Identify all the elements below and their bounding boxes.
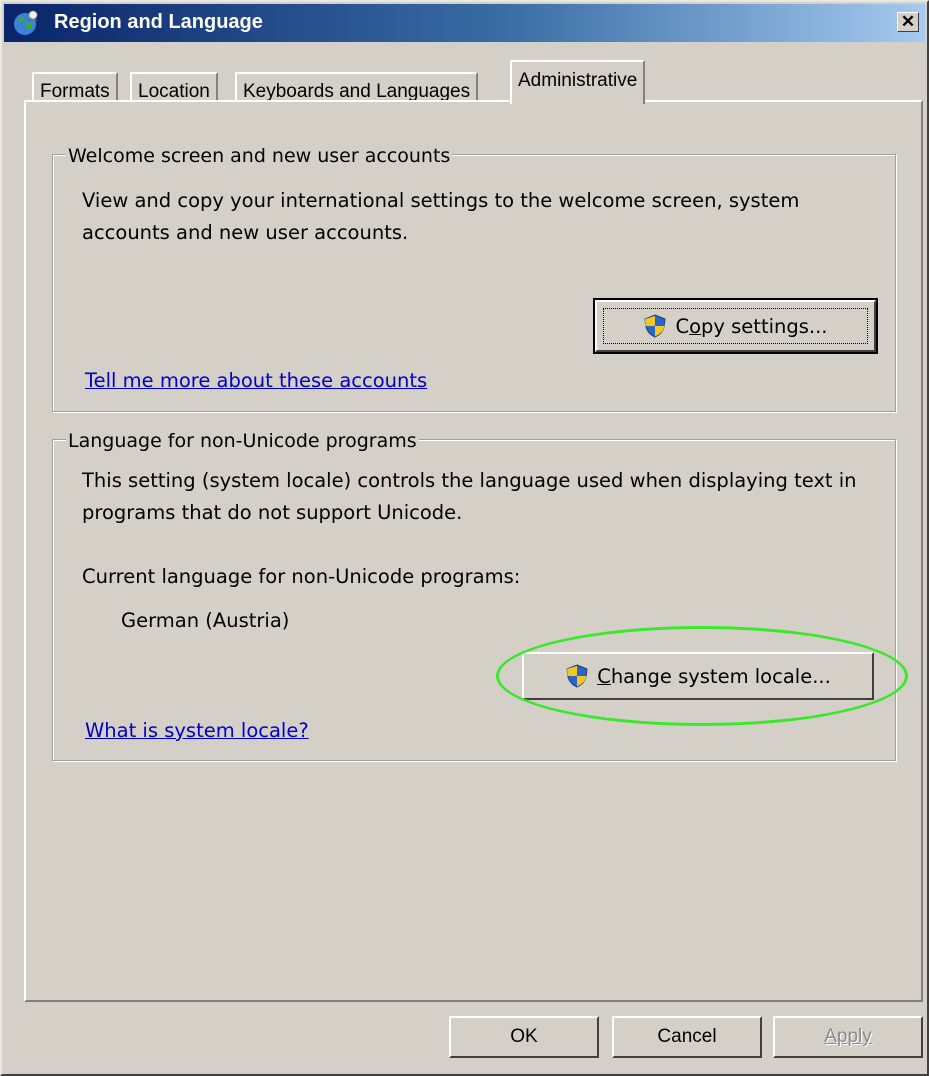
tell-me-more-link[interactable]: Tell me more about these accounts <box>85 369 427 392</box>
ok-label: OK <box>510 1026 538 1047</box>
copy-settings-button[interactable]: Copy settings... <box>593 298 878 354</box>
cancel-button[interactable]: Cancel <box>612 1016 762 1058</box>
apply-button[interactable]: Apply <box>773 1016 923 1058</box>
apply-label: Apply <box>824 1026 872 1047</box>
title-bar[interactable]: Region and Language ✕ <box>4 4 925 42</box>
cancel-label: Cancel <box>657 1026 717 1047</box>
welcome-group-title: Welcome screen and new user accounts <box>66 145 453 167</box>
tab-administrative-label: Administrative <box>518 70 638 91</box>
tab-location-label: Location <box>138 81 210 102</box>
change-locale-label-post: hange system locale... <box>610 664 831 688</box>
focus-rect <box>603 308 868 344</box>
tab-keyboards-label: Keyboards and Languages <box>243 81 471 102</box>
change-system-locale-button[interactable]: Change system locale... <box>522 652 874 700</box>
globe-icon <box>14 10 38 35</box>
tab-administrative[interactable]: Administrative <box>510 60 646 104</box>
change-system-locale-label: Change system locale... <box>597 665 831 688</box>
current-locale-value: German (Austria) <box>121 609 290 632</box>
current-locale-label: Current language for non-Unicode program… <box>82 565 521 588</box>
change-locale-mnemonic: C <box>597 664 611 688</box>
region-language-dialog: Region and Language ✕ Formats Location K… <box>0 0 929 1076</box>
tab-formats-label: Formats <box>40 81 110 102</box>
locale-description: This setting (system locale) controls th… <box>82 469 857 524</box>
uac-shield-icon <box>566 664 588 688</box>
close-button[interactable]: ✕ <box>897 12 919 32</box>
welcome-description: View and copy your international setting… <box>82 189 800 244</box>
locale-group-title: Language for non-Unicode programs <box>66 430 419 452</box>
window-title: Region and Language <box>54 11 263 33</box>
close-icon: ✕ <box>900 12 916 31</box>
ok-button[interactable]: OK <box>449 1016 599 1058</box>
what-is-system-locale-link[interactable]: What is system locale? <box>85 719 309 742</box>
